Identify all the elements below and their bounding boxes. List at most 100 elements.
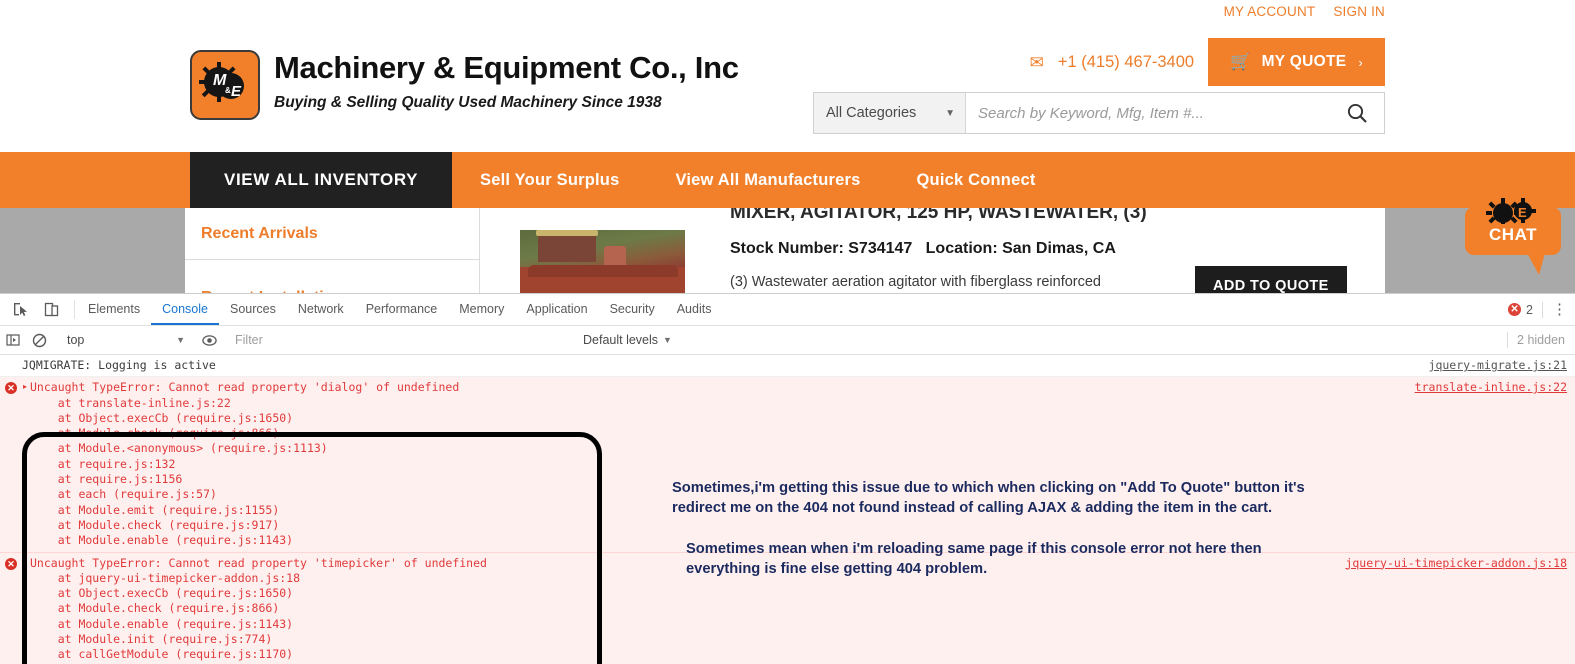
content-card: Recent Arrivals Recent Installations MIX… [185, 208, 1385, 293]
annotation-paragraph-1: Sometimes,i'm getting this issue due to … [672, 480, 1305, 516]
devtools-tabs: Elements Console Sources Network Perform… [77, 294, 722, 325]
product-location: Location: San Dimas, CA [925, 240, 1116, 257]
console-message-list[interactable]: JQMIGRATE: Logging is active jquery-migr… [0, 355, 1575, 664]
add-to-quote-button[interactable]: ADD TO QUOTE [1195, 266, 1347, 293]
shopping-cart-icon: 🛒 [1230, 52, 1252, 71]
logo-title: Machinery & Equipment Co., Inc [274, 50, 739, 85]
devtools-tool-icons [0, 294, 72, 325]
website-area: MY ACCOUNT SIGN IN M & E Machinery & Equ… [0, 0, 1575, 293]
category-select-value: All Categories [826, 105, 917, 121]
chevron-down-icon: ▼ [945, 107, 955, 119]
console-source-link[interactable]: translate-inline.js:22 [1415, 380, 1567, 394]
log-levels-select[interactable]: Default levels ▼ [583, 326, 672, 354]
main-nav: VIEW ALL INVENTORY Sell Your Surplus Vie… [0, 152, 1575, 208]
search-submit-button[interactable] [1330, 93, 1384, 133]
annotation-note: Sometimes,i'm getting this issue due to … [672, 478, 1332, 579]
sidebar-item-label: Recent Arrivals [201, 224, 318, 242]
live-expression-icon[interactable] [196, 327, 222, 353]
filterbar-divider-4 [1507, 332, 1509, 348]
console-filter-input[interactable] [227, 332, 537, 348]
console-source-link[interactable]: jquery-migrate.js:21 [1429, 358, 1567, 372]
error-count-value: 2 [1526, 302, 1533, 317]
hidden-messages-count: 2 hidden [1507, 326, 1565, 354]
console-message-text: JQMIGRATE: Logging is active [22, 358, 216, 372]
log-levels-value: Default levels [583, 333, 659, 347]
tab-audits[interactable]: Audits [666, 294, 723, 325]
chat-label: CHAT [1489, 225, 1537, 244]
contact-row: ✉ +1 (415) 467-3400 🛒 MY QUOTE › [1030, 38, 1385, 86]
error-count-badge[interactable]: ✕ 2 [1508, 303, 1533, 317]
chat-bubble: E CHAT [1465, 198, 1561, 255]
execution-context-select[interactable]: top ▼ [57, 333, 191, 347]
thumb-shape-pipe [604, 246, 626, 266]
utility-nav: MY ACCOUNT SIGN IN [1224, 4, 1385, 19]
error-icon: ✕ [1508, 303, 1522, 316]
sign-in-link[interactable]: SIGN IN [1333, 4, 1385, 19]
product-stock-number: Stock Number: S734147 [730, 240, 913, 257]
phone-link[interactable]: +1 (415) 467-3400 [1058, 53, 1194, 72]
sidebar-panel: Recent Arrivals Recent Installations [185, 208, 480, 293]
gear-logo-icon: M & E [199, 62, 244, 102]
my-account-link[interactable]: MY ACCOUNT [1224, 4, 1316, 19]
nav-item-view-all-inventory[interactable]: VIEW ALL INVENTORY [190, 152, 453, 208]
clear-console-icon[interactable] [26, 327, 52, 353]
thumb-shape-lid [536, 230, 598, 236]
expand-triangle-icon[interactable]: ▸ [23, 382, 27, 391]
thumb-shape-tank [538, 232, 596, 262]
tab-elements[interactable]: Elements [77, 294, 151, 325]
product-title[interactable]: MIXER, AGITATOR, 125 HP, WASTEWATER, (3) [730, 208, 1370, 224]
tab-network[interactable]: Network [287, 294, 355, 325]
annotation-paragraph-2: Sometimes mean when i'm reloading same p… [686, 541, 1262, 577]
tab-memory[interactable]: Memory [448, 294, 515, 325]
my-quote-label: MY QUOTE [1261, 53, 1347, 70]
nav-item-view-all-manufacturers[interactable]: View All Manufacturers [647, 152, 888, 208]
chevron-right-icon: › [1358, 54, 1363, 70]
search-icon [1347, 103, 1367, 123]
site-logo[interactable]: M & E Machinery & Equipment Co., Inc Buy… [190, 50, 739, 120]
screenshot-root: MY ACCOUNT SIGN IN M & E Machinery & Equ… [0, 0, 1575, 664]
tab-security[interactable]: Security [599, 294, 666, 325]
svg-text:E: E [231, 83, 242, 100]
thumb-shape-rim [528, 265, 678, 277]
search-bar: All Categories ▼ [813, 92, 1385, 134]
inspect-element-icon[interactable] [9, 299, 31, 321]
tab-application[interactable]: Application [515, 294, 598, 325]
devtools-tabbar: Elements Console Sources Network Perform… [0, 294, 1575, 326]
tab-sources[interactable]: Sources [219, 294, 287, 325]
show-console-sidebar-icon[interactable] [0, 327, 26, 353]
product-meta: Stock Number: S734147 Location: San Dima… [730, 240, 1370, 258]
toolbar-divider [74, 300, 75, 319]
devtools-tabbar-right: ✕ 2 ⋮ [1508, 294, 1567, 325]
my-quote-button[interactable]: 🛒 MY QUOTE › [1208, 38, 1385, 86]
sidebar-item-recent-arrivals[interactable]: Recent Arrivals [185, 208, 479, 260]
svg-text:E: E [1518, 205, 1527, 220]
console-source-link[interactable]: jquery-ui-timepicker-addon.js:18 [1345, 556, 1567, 570]
product-thumbnail[interactable] [520, 230, 685, 293]
search-input[interactable] [966, 93, 1330, 133]
console-row-info[interactable]: JQMIGRATE: Logging is active jquery-migr… [0, 355, 1575, 378]
chevron-down-icon: ▼ [663, 335, 672, 345]
devtools-panel: Elements Console Sources Network Perform… [0, 293, 1575, 664]
envelope-icon[interactable]: ✉ [1030, 54, 1044, 71]
device-toolbar-icon[interactable] [40, 299, 62, 321]
tabbar-divider [1542, 301, 1543, 318]
category-select[interactable]: All Categories ▼ [814, 93, 966, 133]
logo-tagline: Buying & Selling Quality Used Machinery … [274, 93, 662, 111]
tab-console[interactable]: Console [151, 294, 219, 325]
page-content-strip: Recent Arrivals Recent Installations MIX… [0, 208, 1575, 293]
hidden-messages-label: 2 hidden [1517, 333, 1565, 347]
expand-triangle-icon[interactable]: ▸ [23, 558, 27, 567]
tab-performance[interactable]: Performance [355, 294, 449, 325]
nav-item-sell-your-surplus[interactable]: Sell Your Surplus [452, 152, 647, 208]
sidebar-item-recent-installations[interactable]: Recent Installations [185, 260, 479, 293]
execution-context-value: top [67, 333, 85, 347]
devtools-menu-icon[interactable]: ⋮ [1552, 302, 1567, 317]
gear-icon: E [1486, 198, 1536, 224]
chat-bubble-tail [1527, 253, 1545, 275]
console-filter-bar: top ▼ Default levels ▼ 2 hidden [0, 326, 1575, 355]
error-icon: ✕ [5, 557, 17, 570]
chat-widget[interactable]: E CHAT [1465, 198, 1561, 275]
nav-item-quick-connect[interactable]: Quick Connect [889, 152, 1064, 208]
chevron-down-icon: ▼ [176, 335, 185, 345]
logo-mark-icon: M & E [190, 50, 260, 120]
